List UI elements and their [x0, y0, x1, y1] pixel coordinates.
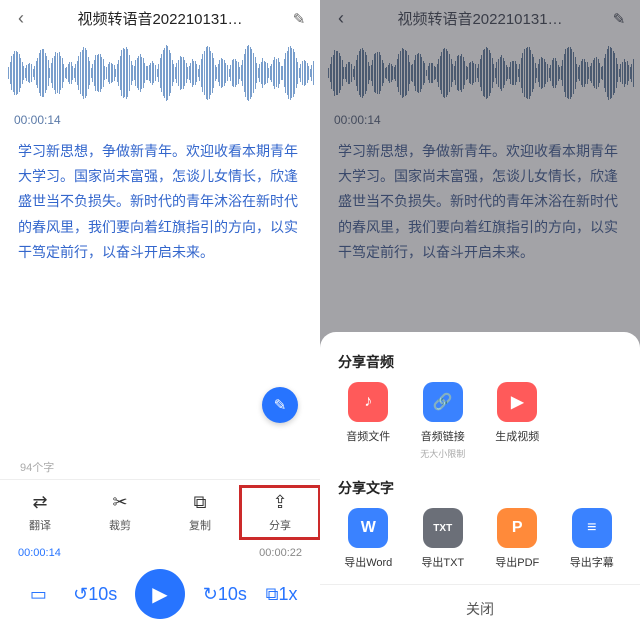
export-subtitle[interactable]: ≡ 导出字幕 [558, 508, 627, 570]
copy-label: 复制 [189, 517, 211, 533]
translate-label: 翻译 [29, 517, 51, 533]
screen-share: ‹ 视频转语音202210131… ✎ 00:00:14 学习新思想，争做新青年… [320, 0, 640, 633]
label: 音频文件 [346, 428, 390, 444]
music-icon: ♪ [348, 382, 388, 422]
share-text-title: 分享文字 [338, 478, 622, 498]
crop-icon: ✂ [112, 492, 127, 513]
translate-button[interactable]: ⇄ 翻译 [0, 486, 80, 539]
time-total: 00:00:22 [259, 547, 302, 559]
label: 生成视频 [495, 428, 539, 444]
player-row: ▭ ↺10s ▶ ↻10s ⧉1x [0, 561, 320, 633]
translate-icon: ⇄ [32, 492, 47, 513]
share-audio-link[interactable]: 🔗 音频链接 无大小限制 [409, 382, 478, 460]
time-current: 00:00:14 [18, 547, 61, 559]
back10-button[interactable]: ↺10s [78, 577, 112, 611]
page-title: 视频转语音202210131… [32, 8, 288, 29]
header: ‹ 视频转语音202210131… ✎ [0, 0, 320, 37]
share-audio-grid: ♪ 音频文件 🔗 音频链接 无大小限制 ▶ 生成视频 [334, 382, 626, 460]
copy-icon: ⧉ [194, 492, 207, 513]
crop-button[interactable]: ✂ 裁剪 [80, 486, 160, 539]
label: 导出字幕 [570, 554, 614, 570]
char-count: 94个字 [0, 455, 320, 479]
screen-main: ‹ 视频转语音202210131… ✎ 00:00:14 学习新思想，争做新青年… [0, 0, 320, 633]
pdf-icon: P [497, 508, 537, 548]
label: 导出Word [344, 554, 392, 570]
share-text-grid: W 导出Word TXT 导出TXT P 导出PDF ≡ 导出字幕 [334, 508, 626, 570]
label: 导出TXT [421, 554, 464, 570]
time-row: 00:00:14 00:00:22 [0, 545, 320, 561]
label: 导出PDF [495, 554, 539, 570]
fwd10-button[interactable]: ↻10s [208, 577, 242, 611]
share-icon: ⇪ [272, 492, 287, 513]
sublabel: 无大小限制 [420, 447, 465, 460]
video-icon: ▶ [497, 382, 537, 422]
share-gen-video[interactable]: ▶ 生成视频 [483, 382, 552, 460]
back-icon[interactable]: ‹ [10, 8, 32, 29]
crop-label: 裁剪 [109, 517, 131, 533]
export-word[interactable]: W 导出Word [334, 508, 403, 570]
edit-icon[interactable]: ✎ [288, 10, 310, 28]
link-icon: 🔗 [423, 382, 463, 422]
timestamp: 00:00:14 [0, 109, 320, 135]
waveform[interactable] [0, 37, 320, 109]
subtitle-icon: ≡ [572, 508, 612, 548]
action-row: ⇄ 翻译 ✂ 裁剪 ⧉ 复制 ⇪ 分享 [0, 479, 320, 545]
marker-button[interactable]: ▭ [21, 577, 55, 611]
share-sheet: 分享音频 ♪ 音频文件 🔗 音频链接 无大小限制 ▶ 生成视频 分享文字 W 导… [320, 332, 640, 633]
transcript[interactable]: 学习新思想，争做新青年。欢迎收看本期青年大学习。国家尚未富强，怎谈儿女情长，欣逢… [0, 135, 320, 269]
txt-icon: TXT [423, 508, 463, 548]
edit-fab[interactable]: ✎ [262, 387, 298, 423]
export-pdf[interactable]: P 导出PDF [483, 508, 552, 570]
label: 音频链接 [421, 428, 465, 444]
share-audio-file[interactable]: ♪ 音频文件 [334, 382, 403, 460]
close-button[interactable]: 关闭 [320, 584, 640, 633]
share-button[interactable]: ⇪ 分享 [240, 486, 320, 539]
share-audio-title: 分享音频 [338, 352, 622, 372]
export-txt[interactable]: TXT 导出TXT [409, 508, 478, 570]
copy-button[interactable]: ⧉ 复制 [160, 486, 240, 539]
play-button[interactable]: ▶ [135, 569, 185, 619]
speed-button[interactable]: ⧉1x [265, 577, 299, 611]
word-icon: W [348, 508, 388, 548]
share-label: 分享 [269, 517, 291, 533]
